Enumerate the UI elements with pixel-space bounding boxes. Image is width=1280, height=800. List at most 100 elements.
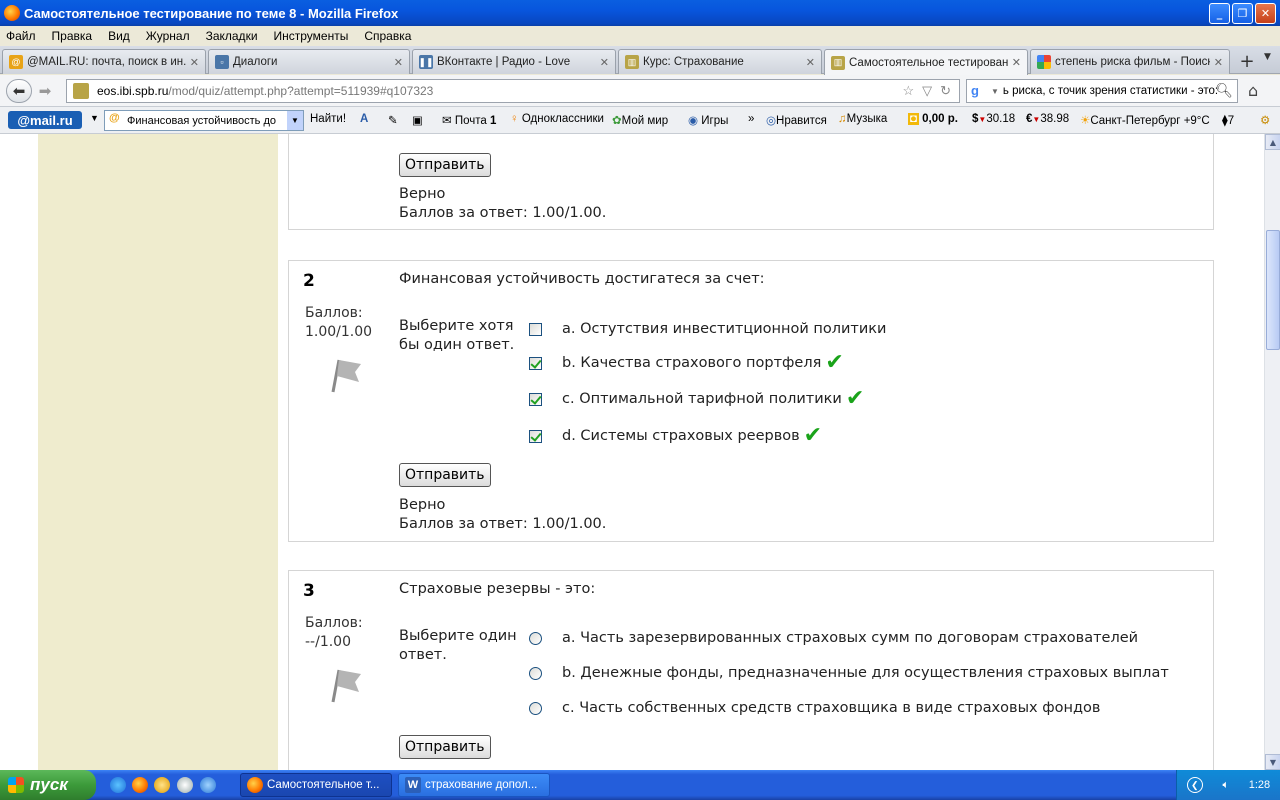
screenshot-icon[interactable]: ▣ [412, 113, 423, 127]
submit-button[interactable]: Отправить [399, 735, 491, 759]
start-button[interactable]: пуск [0, 770, 96, 800]
maximize-button[interactable]: ❐ [1232, 3, 1253, 24]
media-player-icon[interactable] [154, 777, 170, 793]
tab-mailru[interactable]: @ @MAIL.RU: почта, поиск в ин... ✕ [2, 49, 206, 74]
back-button[interactable]: ⬅ [6, 79, 32, 103]
menu-help[interactable]: Справка [364, 29, 411, 43]
mail-link[interactable]: ✉ Почта 1 [442, 113, 496, 127]
tab-list-icon[interactable]: ▼ [1264, 52, 1271, 62]
menu-tools[interactable]: Инструменты [274, 29, 349, 43]
highlight-icon[interactable]: ✎ [388, 113, 398, 127]
answer-radio[interactable] [529, 701, 542, 715]
mailru-logo[interactable]: @mail.ru [8, 111, 82, 129]
search-icon[interactable]: 🔍︎ [1215, 82, 1233, 99]
new-tab-button[interactable]: + [1234, 49, 1260, 73]
search-engine-dropdown-icon[interactable]: ▼ [991, 87, 999, 96]
answer-option-b[interactable]: b. Качества страхового портфеля ✔ [529, 352, 844, 374]
scroll-down-icon[interactable]: ▼ [1265, 754, 1280, 770]
google-icon[interactable]: g [971, 83, 987, 99]
weather-link[interactable]: ☀Санкт-Петербург +9°C [1080, 113, 1210, 127]
answer-checkbox[interactable] [529, 392, 542, 406]
answer-checkbox[interactable] [529, 356, 542, 370]
answer-option-d[interactable]: d. Системы страховых реервов ✔ [529, 425, 822, 447]
answer-option-c[interactable]: c. Оптимальной тарифной политики ✔ [529, 388, 864, 410]
volume-icon[interactable]: 🔈︎ [1222, 779, 1229, 792]
tab-close-icon[interactable]: ✕ [394, 56, 403, 69]
tab-label: Самостоятельное тестирован... [849, 56, 1008, 69]
answer-option-a[interactable]: a. Остутствия инвеститционной политики [529, 321, 886, 337]
my-world-label: Мой мир [621, 115, 669, 127]
odnoklassniki-link[interactable]: ♀ Одноклассники [510, 113, 604, 125]
forward-button[interactable]: ➡ [32, 79, 58, 103]
url-path: /mod/quiz/attempt.php?attempt=511939#q10… [168, 84, 434, 98]
tab-close-icon[interactable]: ✕ [190, 56, 199, 69]
games-link[interactable]: ◉ Игры [688, 113, 728, 127]
find-button[interactable]: Найти! [310, 113, 346, 125]
home-icon[interactable]: ⌂ [1248, 81, 1258, 100]
answer-checkbox[interactable] [529, 429, 542, 443]
answer-option-b[interactable]: b. Денежные фонды, предназначенные для о… [529, 665, 1169, 681]
money-link[interactable]: ◘ 0,00 р. [908, 113, 958, 125]
answer-checkbox[interactable] [529, 322, 542, 336]
submit-button[interactable]: Отправить [399, 153, 491, 177]
answer-radio[interactable] [529, 666, 542, 680]
eur-rate[interactable]: €▼38.98 [1026, 113, 1069, 125]
eur-value: 38.98 [1040, 113, 1070, 125]
ie-icon[interactable] [110, 777, 126, 793]
usd-rate[interactable]: $▼30.18 [972, 113, 1015, 125]
settings-gear-icon[interactable]: ⚙ [1260, 113, 1270, 127]
tab-close-icon[interactable]: ✕ [600, 56, 609, 69]
flag-icon[interactable] [329, 354, 363, 394]
tab-google-search[interactable]: степень риска фильм - Поиск ... ✕ [1030, 49, 1230, 74]
url-bar[interactable]: eos.ibi.spb.ru /mod/quiz/attempt.php?att… [66, 79, 960, 103]
menu-file[interactable]: Файл [6, 29, 36, 43]
history-dropdown-icon[interactable]: ▽ [922, 83, 932, 99]
search-input[interactable]: ь риска, с точик зрения статистики - это… [1003, 85, 1219, 97]
tab-course[interactable]: ▥ Курс: Страхование ✕ [618, 49, 822, 74]
menu-edit[interactable]: Правка [52, 29, 93, 43]
answer-radio[interactable] [529, 631, 542, 645]
scroll-up-icon[interactable]: ▲ [1265, 134, 1280, 150]
tab-close-icon[interactable]: ✕ [1214, 56, 1223, 69]
answer-option-c[interactable]: c. Часть собственных средств страховщика… [529, 700, 1100, 716]
google-icon [1037, 55, 1051, 69]
like-link[interactable]: ◎Нравится [766, 113, 827, 127]
music-icon: ♫ [838, 113, 847, 125]
tab-close-icon[interactable]: ✕ [806, 56, 815, 69]
menu-view[interactable]: Вид [108, 29, 130, 43]
minimize-button[interactable]: _ [1209, 3, 1230, 24]
answer-option-a[interactable]: a. Часть зарезервированных страховых сум… [529, 630, 1138, 646]
tab-close-icon[interactable]: ✕ [1012, 56, 1021, 69]
submit-button[interactable]: Отправить [399, 463, 491, 487]
browser-icon[interactable] [200, 777, 216, 793]
traffic-link[interactable]: ⧫7 [1222, 113, 1234, 127]
close-button[interactable]: ✕ [1255, 3, 1276, 24]
search-bar[interactable]: g ▼ ь риска, с точик зрения статистики -… [966, 79, 1238, 103]
clock[interactable]: 1:28 [1249, 779, 1270, 791]
tray-arrow-icon[interactable]: ❮ [1186, 777, 1203, 793]
reload-icon[interactable]: ↻ [940, 83, 951, 99]
disc-icon[interactable] [177, 777, 193, 793]
music-link[interactable]: ♫Музыка [838, 113, 887, 125]
chevron-down-icon[interactable]: ▼ [287, 111, 303, 130]
firefox-icon[interactable] [132, 777, 148, 793]
bookmark-star-icon[interactable]: ☆ [902, 83, 914, 99]
taskbar-item-word[interactable]: W страхование допол... [398, 773, 550, 797]
font-size-icon[interactable]: A [360, 113, 368, 125]
taskbar-item-firefox[interactable]: Самостоятельное т... [240, 773, 392, 797]
scroll-thumb[interactable] [1266, 230, 1280, 350]
tab-self-test[interactable]: ▥ Самостоятельное тестирован... ✕ [824, 49, 1028, 75]
weather-label: Санкт-Петербург +9°C [1090, 115, 1210, 127]
toolbar-menu-icon[interactable]: ▼ [90, 113, 99, 123]
vertical-scrollbar[interactable]: ▲ ▼ [1264, 134, 1280, 770]
mailru-search-input[interactable]: @ Финансовая устойчивость до ▼ [104, 110, 304, 131]
task-label: страхование допол... [425, 779, 538, 791]
tab-vk-radio[interactable]: ❚❚ ВКонтакте | Радио - Love ✕ [412, 49, 616, 74]
tab-dialogs[interactable]: ▫ Диалоги ✕ [208, 49, 410, 74]
my-world-link[interactable]: ✿Мой мир [612, 113, 668, 127]
flag-icon[interactable] [329, 664, 363, 704]
menu-bookmarks[interactable]: Закладки [206, 29, 258, 43]
menu-history[interactable]: Журнал [146, 29, 190, 43]
more-chevron-icon[interactable]: » [748, 113, 754, 125]
usd-value: 30.18 [986, 113, 1016, 125]
